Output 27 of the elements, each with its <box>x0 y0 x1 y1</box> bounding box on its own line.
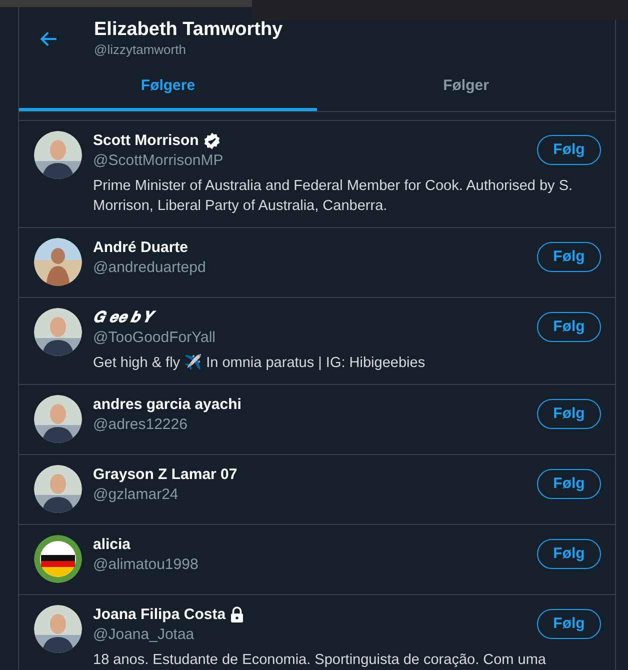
user-handle: @andreduartepd <box>93 258 207 278</box>
user-bio: Get high & fly ✈ In omnia paratus | IG: Hibigeebies <box>93 353 426 373</box>
user-handle: @gzlamar24 <box>93 485 180 505</box>
user-name[interactable]: André Duarte <box>93 238 188 258</box>
follow-button[interactable]: Følg <box>537 312 601 342</box>
follow-button[interactable]: Følg <box>537 539 601 569</box>
follow-button[interactable]: Følg <box>537 399 601 429</box>
follow-button[interactable]: Følg <box>537 242 601 272</box>
user-name[interactable]: Joana Filipa Costa <box>93 605 226 625</box>
profile-handle: @lizzytamworth <box>94 41 187 59</box>
user-handle: @ScottMorrisonMP <box>93 151 224 171</box>
user-handle: @TooGoodForYall <box>93 328 217 348</box>
user-bio: Prime Minister of Australia and Federal Member for Cook. Authorised by S. Morrison, Liberal Party of Australia, Canberra. <box>93 177 574 216</box>
user-name[interactable]: Scott Morrison <box>93 131 199 151</box>
user-name[interactable]: Grayson Z Lamar 07 <box>93 465 238 485</box>
user-handle: @adres12226 <box>93 415 188 435</box>
follow-button[interactable]: Følg <box>537 609 601 639</box>
profile-name: Elizabeth Tamworthy <box>94 19 283 41</box>
user-bio: 18 anos. Estudante de Economia. Sportinguista de coração. Com uma <box>93 651 547 670</box>
follow-button[interactable]: Følg <box>537 135 601 165</box>
follow-button[interactable]: Følg <box>537 469 601 499</box>
tab[interactable]: Følger <box>317 64 615 111</box>
user-name[interactable]: andres garcia ayachi <box>93 395 242 415</box>
user-handle: @alimatou1998 <box>93 555 200 575</box>
tab[interactable]: Følgere <box>19 64 317 111</box>
user-name[interactable]: alicia <box>93 535 131 555</box>
user-handle: @Joana_Jotaa <box>93 625 196 645</box>
